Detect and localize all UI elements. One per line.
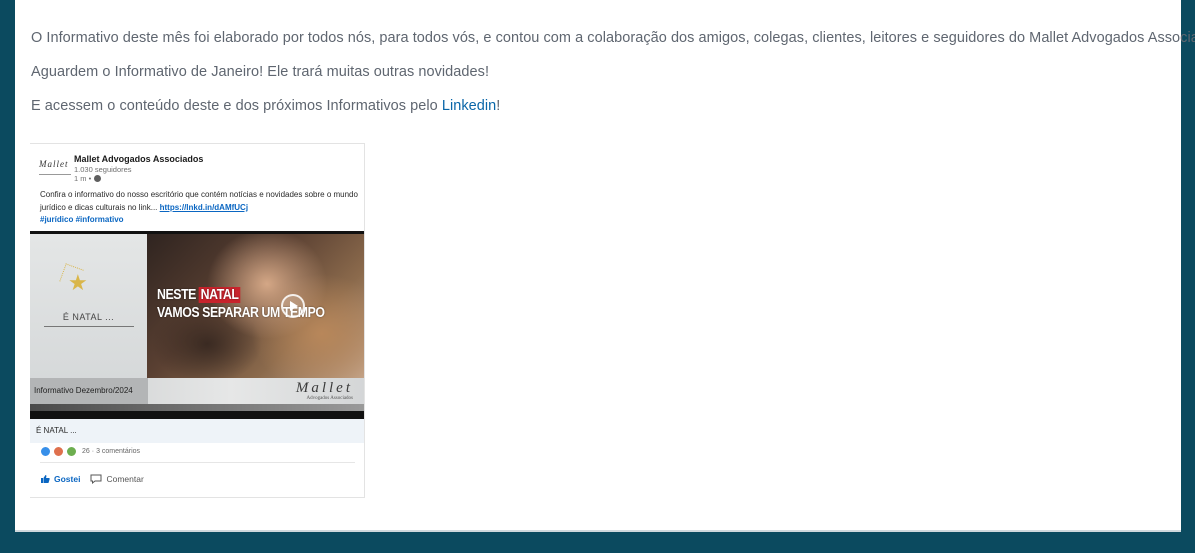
post-text: Confira o informativo do nosso escritóri…	[40, 189, 358, 227]
company-logo[interactable]: Mallet	[39, 158, 71, 175]
post-actions: Gostei Comentar	[40, 474, 144, 484]
like-button[interactable]: Gostei	[40, 474, 80, 484]
video-thumbnail-photo: NESTE NATAL VAMOS SEPARAR UM TEMPO	[147, 234, 364, 378]
video-left-panel: ★ É NATAL ...	[30, 234, 147, 378]
post-time-label: 1 m •	[74, 174, 92, 183]
newsletter-panel: O Informativo deste mês foi elaborado po…	[15, 0, 1195, 532]
post-header: Mallet Mallet Advogados Associados 1.030…	[30, 144, 364, 184]
globe-icon	[94, 175, 102, 182]
brand-subtitle: Advogados Associados	[306, 396, 353, 401]
post-video[interactable]: ★ É NATAL ... NESTE NATAL VAMOS SEPARAR …	[30, 231, 364, 419]
headline-word-1: NESTE	[157, 287, 196, 303]
reaction-count: 26	[82, 448, 90, 455]
thumbs-up-icon	[41, 475, 50, 483]
linkedin-link[interactable]: Linkedin	[442, 98, 496, 114]
comment-icon	[90, 474, 102, 484]
video-bottom-banner: Informativo Dezembro/2024 Mallet Advogad…	[30, 378, 364, 404]
love-reaction-icon	[53, 446, 64, 457]
paragraph-3-prefix: E acessem o conteúdo deste e dos próximo…	[31, 98, 442, 114]
celebrate-reaction-icon	[66, 446, 77, 457]
video-left-title: É NATAL ...	[62, 312, 115, 322]
post-time: 1 m •	[74, 174, 102, 183]
company-name[interactable]: Mallet Advogados Associados	[74, 154, 203, 164]
newsletter-paragraph-2: Aguardem o Informativo de Janeiro! Ele t…	[31, 64, 490, 80]
headline-word-2: NATAL	[198, 287, 241, 303]
star-icon: ★	[68, 270, 88, 295]
title-underline	[44, 326, 134, 327]
follower-count: 1.030 seguidores	[74, 165, 132, 174]
newsletter-paragraph-3: E acessem o conteúdo deste e dos próximo…	[31, 98, 500, 114]
reactions-summary[interactable]: 26 · 3 comentários	[40, 446, 140, 457]
comment-button[interactable]: Comentar	[90, 474, 144, 484]
comment-label: Comentar	[106, 474, 144, 484]
paragraph-3-suffix: !	[496, 98, 501, 114]
newsletter-paragraph-1: O Informativo deste mês foi elaborado po…	[31, 30, 1195, 46]
post-link[interactable]: https://lnkd.in/dAMfUCj	[160, 203, 248, 212]
linkedin-post-card[interactable]: Mallet Mallet Advogados Associados 1.030…	[30, 143, 365, 498]
post-hashtags[interactable]: #jurídico #informativo	[40, 215, 124, 224]
brand-logo: Mallet	[295, 380, 353, 396]
video-caption[interactable]: É NATAL ...	[30, 419, 364, 443]
video-progress-strip	[30, 404, 364, 411]
edition-label: Informativo Dezembro/2024	[30, 378, 148, 404]
play-icon[interactable]	[281, 294, 305, 318]
like-reaction-icon	[40, 446, 51, 457]
like-label: Gostei	[54, 474, 81, 484]
actions-divider	[40, 462, 355, 463]
comment-count[interactable]: · 3 comentários	[92, 448, 140, 455]
